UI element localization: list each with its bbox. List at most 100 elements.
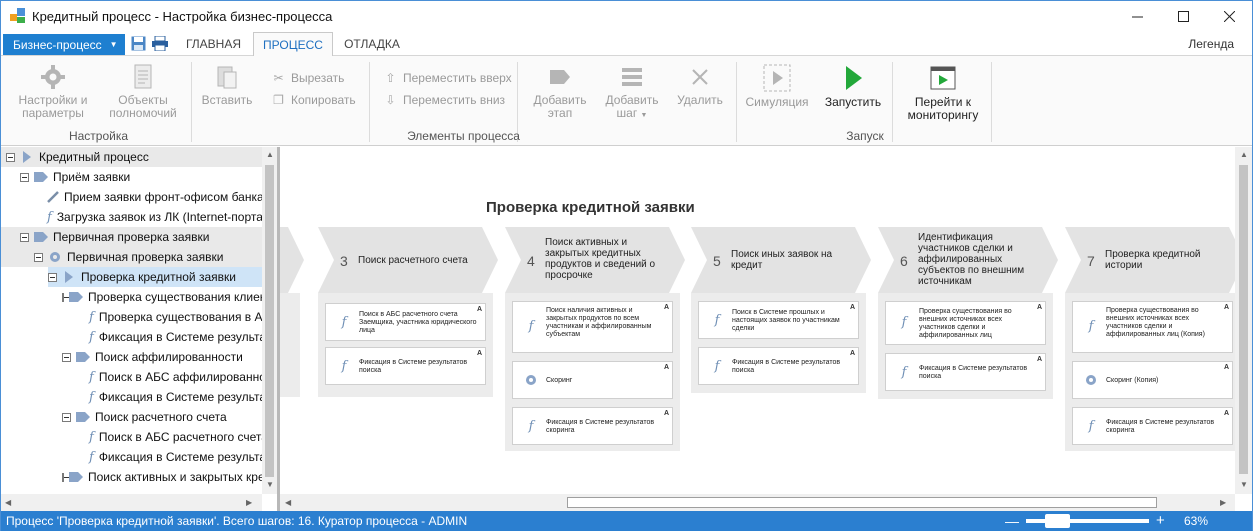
scroll-thumb[interactable]: [1239, 165, 1248, 474]
stage-header[interactable]: 7 Проверка кредитной истории: [1065, 227, 1235, 293]
function-icon: f: [89, 449, 94, 465]
copy-button[interactable]: ❐ Копировать: [272, 93, 356, 107]
collapse-icon[interactable]: [34, 252, 43, 262]
tree-vertical-scrollbar[interactable]: ▲ ▼: [262, 147, 277, 494]
print-icon[interactable]: [152, 36, 168, 51]
stage-header[interactable]: 3 Поиск расчетного счета: [318, 227, 498, 293]
close-button[interactable]: [1206, 1, 1252, 31]
tree-node[interactable]: f Поиск в АБС аффилированности: [1, 367, 277, 387]
move-down-button[interactable]: ⇩ Переместить вниз: [384, 93, 505, 107]
paste-label: Вставить: [201, 93, 253, 107]
add-stage-button[interactable]: Добавить этап: [528, 64, 592, 120]
tree-node-label: Поиск в АБС расчетного счета: [98, 430, 268, 444]
step-card[interactable]: f Поиск наличия активных и закрытых прод…: [512, 301, 673, 353]
step-card[interactable]: Скоринг A: [512, 361, 673, 399]
tab-main[interactable]: ГЛАВНАЯ: [176, 32, 251, 56]
zoom-slider-thumb[interactable]: [1045, 514, 1070, 528]
canvas-horizontal-scrollbar[interactable]: ◀ ▶: [280, 494, 1235, 511]
collapse-icon[interactable]: [62, 292, 69, 302]
stage-header[interactable]: 6 Идентификация участников сделки и аффи…: [878, 227, 1058, 293]
process-title: Проверка кредитной заявки: [486, 199, 695, 216]
save-icon[interactable]: [131, 36, 146, 51]
collapse-icon[interactable]: [48, 272, 57, 282]
stage-number: 4: [527, 253, 535, 269]
stage-header[interactable]: 4 Поиск активных и закрытых кредитных пр…: [505, 227, 685, 293]
scroll-right-icon[interactable]: ▶: [246, 498, 252, 507]
tree-node[interactable]: Поиск расчетного счета: [1, 407, 262, 427]
maximize-icon: [1177, 10, 1189, 22]
tree-node[interactable]: Приём заявки: [1, 167, 262, 187]
collapse-icon[interactable]: [62, 352, 71, 362]
collapse-icon[interactable]: [62, 472, 69, 482]
tab-process[interactable]: ПРОЦЕСС: [253, 32, 333, 57]
tree-node[interactable]: f Фиксация в Системе результата: [1, 327, 277, 347]
scroll-up-icon[interactable]: ▲: [1240, 150, 1248, 159]
add-step-button[interactable]: Добавить шаг ▼: [600, 64, 664, 122]
tree-node[interactable]: Прием заявки фронт-офисом банка: [1, 187, 264, 207]
collapse-icon[interactable]: [20, 232, 29, 242]
step-card[interactable]: f Фиксация в Системе результатов поиска …: [325, 347, 486, 385]
scroll-right-icon[interactable]: ▶: [1220, 498, 1226, 507]
scroll-down-icon[interactable]: ▼: [1240, 480, 1248, 489]
step-card[interactable]: Скоринг (Копия) A: [1072, 361, 1233, 399]
collapse-icon[interactable]: [20, 172, 29, 182]
scroll-thumb[interactable]: [567, 497, 1157, 508]
go-to-monitoring-button[interactable]: Перейти к мониторингу: [899, 64, 987, 122]
tree-node[interactable]: Проверка существования клиента: [1, 287, 277, 307]
paste-button[interactable]: Вставить: [197, 64, 257, 107]
step-card[interactable]: f Проверка существования во внешних исто…: [1072, 301, 1233, 353]
zoom-in-button[interactable]: +: [1156, 512, 1165, 529]
cut-button[interactable]: ✂ Вырезать: [272, 71, 344, 85]
step-card[interactable]: f Поиск в Системе прошлых и настоящих за…: [698, 301, 859, 339]
tree-node-label: Проверка существования в АБС: [98, 310, 277, 324]
business-process-menu-button[interactable]: Бизнес-процесс ▼: [3, 34, 125, 55]
legend-link[interactable]: Легенда: [1188, 37, 1234, 51]
stage-header-partial[interactable]: [280, 227, 304, 293]
zoom-level: 63%: [1184, 514, 1209, 528]
step-card[interactable]: f Фиксация в Системе результатов поиска …: [885, 353, 1046, 391]
stage-icon: [34, 171, 48, 183]
tree-node[interactable]: f Фиксация в Системе результата: [1, 447, 277, 467]
maximize-button[interactable]: [1160, 1, 1206, 31]
step-card[interactable]: f Поиск в АБС расчетного счета Заемщика,…: [325, 303, 486, 341]
scroll-left-icon[interactable]: ◀: [285, 498, 291, 507]
scroll-down-icon[interactable]: ▼: [266, 480, 274, 489]
tree-node[interactable]: f Загрузка заявок из ЛК (Internet-портал…: [1, 207, 274, 227]
function-icon: f: [901, 364, 907, 380]
simulation-button[interactable]: Симуляция: [742, 64, 812, 109]
step-card[interactable]: f Фиксация в Системе результатов скоринг…: [1072, 407, 1233, 445]
stage-header[interactable]: 5 Поиск иных заявок на кредит: [691, 227, 871, 293]
tree-node-selected[interactable]: Проверка кредитной заявки: [48, 267, 262, 287]
scroll-up-icon[interactable]: ▲: [266, 150, 274, 159]
step-card-text: Проверка существования во внешних источн…: [1106, 307, 1205, 338]
tree-node[interactable]: Поиск активных и закрытых кредитов: [1, 467, 277, 487]
tree-node[interactable]: f Фиксация в Системе результата: [1, 387, 277, 407]
automatic-badge: A: [476, 350, 482, 357]
objects-button[interactable]: Объекты полномочий: [103, 64, 183, 120]
scroll-left-icon[interactable]: ◀: [5, 498, 11, 507]
collapse-icon[interactable]: [62, 412, 71, 422]
step-card[interactable]: f Фиксация в Системе результатов скоринг…: [512, 407, 673, 445]
delete-button[interactable]: Удалить: [671, 64, 729, 107]
scroll-thumb[interactable]: [265, 165, 274, 477]
tree-node[interactable]: Поиск аффилированности: [1, 347, 262, 367]
step-card[interactable]: f Фиксация в Системе результатов поиска …: [698, 347, 859, 385]
tree-horizontal-scrollbar[interactable]: ◀ ▶: [1, 494, 262, 511]
tree-node[interactable]: Первичная проверка заявки: [1, 247, 262, 267]
copy-label: Копировать: [291, 93, 356, 107]
app-window: Кредитный процесс - Настройка бизнес-про…: [0, 0, 1253, 531]
tree-node[interactable]: f Поиск в АБС расчетного счета: [1, 427, 268, 447]
canvas-vertical-scrollbar[interactable]: ▲ ▼: [1235, 147, 1252, 494]
run-button[interactable]: Запустить: [819, 64, 887, 109]
settings-button[interactable]: Настройки и параметры: [13, 64, 93, 120]
tab-debug[interactable]: ОТЛАДКА: [337, 32, 407, 56]
step-card[interactable]: f Проверка существования во внешних исто…: [885, 301, 1046, 345]
minimize-button[interactable]: [1114, 1, 1160, 31]
tree-node[interactable]: Кредитный процесс: [1, 147, 262, 167]
zoom-out-button[interactable]: —: [1005, 513, 1019, 529]
tree-node[interactable]: Первичная проверка заявки: [1, 227, 262, 247]
move-up-button[interactable]: ⇧ Переместить вверх: [384, 71, 511, 85]
stage-name: Проверка кредитной истории: [1105, 249, 1201, 271]
tree-node[interactable]: f Проверка существования в АБС: [1, 307, 277, 327]
collapse-icon[interactable]: [6, 152, 15, 162]
